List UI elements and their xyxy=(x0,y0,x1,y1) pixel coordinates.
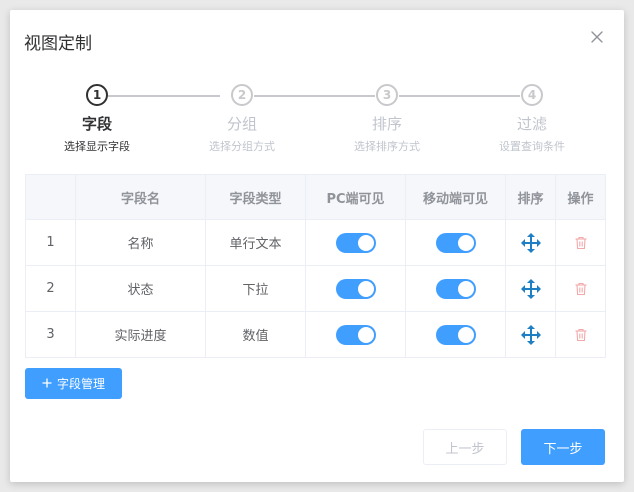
steps: 1 字段 选择显示字段 2 分组 选择分组方式 3 排序 选择排序方式 4 过滤… xyxy=(10,82,624,172)
row-index: 3 xyxy=(25,311,76,358)
field-manage-button[interactable]: 字段管理 xyxy=(25,368,122,399)
header-field-type: 字段类型 xyxy=(205,174,306,220)
trash-icon[interactable] xyxy=(574,282,588,296)
field-type: 数值 xyxy=(205,311,306,358)
field-type: 下拉 xyxy=(205,265,306,312)
field-name: 状态 xyxy=(75,265,206,312)
pc-visible-switch[interactable] xyxy=(335,278,376,299)
table-header-row: 字段名 字段类型 PC端可见 移动端可见 排序 操作 xyxy=(25,174,606,220)
mobile-visible-switch[interactable] xyxy=(435,278,476,299)
step-filter[interactable]: 4 过滤 设置查询条件 xyxy=(477,82,587,154)
row-index: 1 xyxy=(25,219,76,266)
step-title: 字段 xyxy=(81,115,112,133)
step-title: 排序 xyxy=(371,115,402,133)
step-number: 3 xyxy=(376,84,398,106)
step-title: 过滤 xyxy=(516,115,547,133)
field-name: 名称 xyxy=(75,219,206,266)
row-index: 2 xyxy=(25,265,76,312)
next-step-button[interactable]: 下一步 xyxy=(521,429,605,465)
step-desc: 设置查询条件 xyxy=(499,140,565,153)
pc-visible-switch[interactable] xyxy=(335,232,376,253)
table-row: 2 状态 下拉 xyxy=(25,265,606,312)
trash-icon[interactable] xyxy=(574,328,588,342)
table-row: 3 实际进度 数值 xyxy=(25,311,606,358)
step-sort[interactable]: 3 排序 选择排序方式 xyxy=(332,82,442,154)
step-desc: 选择排序方式 xyxy=(354,140,420,153)
header-sort: 排序 xyxy=(505,174,556,220)
mobile-visible-switch[interactable] xyxy=(435,324,476,345)
header-actions: 操作 xyxy=(555,174,606,220)
fields-table: 字段名 字段类型 PC端可见 移动端可见 排序 操作 1 名称 单行文本 2 状… xyxy=(25,174,606,358)
dialog-title: 视图定制 xyxy=(24,34,92,54)
step-number: 2 xyxy=(231,84,253,106)
field-name: 实际进度 xyxy=(75,311,206,358)
step-number: 4 xyxy=(521,84,543,106)
mobile-visible-switch[interactable] xyxy=(435,232,476,253)
step-group[interactable]: 2 分组 选择分组方式 xyxy=(187,82,297,154)
step-fields[interactable]: 1 字段 选择显示字段 xyxy=(42,82,152,154)
step-desc: 选择显示字段 xyxy=(64,140,130,153)
header-mobile-visible: 移动端可见 xyxy=(405,174,506,220)
field-type: 单行文本 xyxy=(205,219,306,266)
plus-icon xyxy=(42,377,52,391)
close-icon[interactable] xyxy=(588,28,606,46)
trash-icon[interactable] xyxy=(574,236,588,250)
step-title: 分组 xyxy=(226,115,257,133)
step-number: 1 xyxy=(86,84,108,106)
view-customize-dialog: 视图定制 1 字段 选择显示字段 2 分组 选择分组方式 3 排序 选择排序方式… xyxy=(10,10,624,482)
move-icon[interactable] xyxy=(520,324,541,345)
header-field-name: 字段名 xyxy=(75,174,206,220)
move-icon[interactable] xyxy=(520,278,541,299)
header-index xyxy=(25,174,76,220)
step-desc: 选择分组方式 xyxy=(209,140,275,153)
table-row: 1 名称 单行文本 xyxy=(25,219,606,266)
prev-step-button[interactable]: 上一步 xyxy=(423,429,507,465)
header-pc-visible: PC端可见 xyxy=(305,174,406,220)
field-manage-label: 字段管理 xyxy=(56,377,105,391)
pc-visible-switch[interactable] xyxy=(335,324,376,345)
move-icon[interactable] xyxy=(520,232,541,253)
